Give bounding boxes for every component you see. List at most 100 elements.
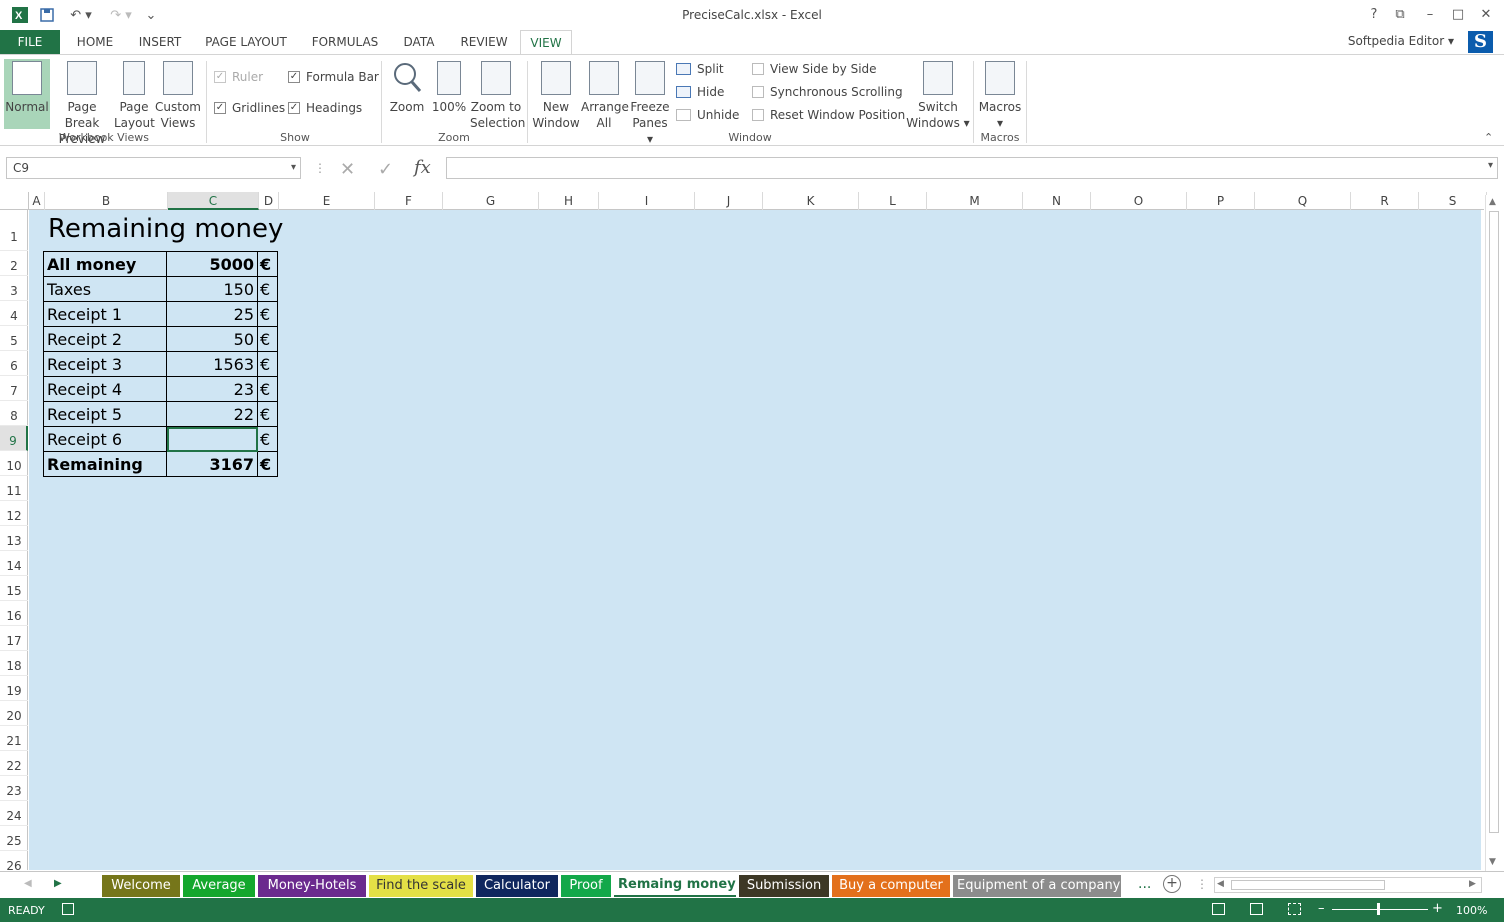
minimize-button[interactable]: – bbox=[1420, 6, 1440, 24]
new-window-button[interactable]: New Window bbox=[532, 59, 580, 131]
row-header[interactable]: 21 bbox=[0, 726, 28, 751]
sheet-tab-submission[interactable]: Submission bbox=[739, 875, 829, 897]
tab-scroll-left-icon[interactable]: ◀ bbox=[24, 878, 32, 889]
select-all-corner[interactable] bbox=[0, 192, 29, 210]
tab-file[interactable]: FILE bbox=[0, 30, 60, 54]
row-header[interactable]: 23 bbox=[0, 776, 28, 801]
more-tabs-icon[interactable]: ... bbox=[1138, 876, 1151, 892]
currency-cell[interactable]: € bbox=[257, 401, 278, 427]
row-label-cell[interactable]: Receipt 5 bbox=[43, 401, 167, 427]
formula-bar-checkbox[interactable]: ✓ Formula Bar bbox=[288, 70, 379, 84]
zoom-slider-handle[interactable] bbox=[1377, 903, 1380, 915]
insert-function-icon[interactable]: fx bbox=[414, 157, 431, 178]
currency-cell[interactable]: € bbox=[257, 326, 278, 352]
row-header[interactable]: 18 bbox=[0, 651, 28, 676]
switch-windows-button[interactable]: Switch Windows ▾ bbox=[906, 59, 970, 131]
vertical-scrollbar[interactable]: ▲ ▼ bbox=[1485, 195, 1502, 871]
avatar[interactable]: S bbox=[1468, 31, 1493, 53]
sheet-tab-equipment-of-a-company[interactable]: Equipment of a company bbox=[953, 875, 1121, 897]
column-header-f[interactable]: F bbox=[375, 192, 443, 210]
column-header-e[interactable]: E bbox=[279, 192, 375, 210]
sheet-tab-remaing-money[interactable]: Remaing money bbox=[614, 874, 736, 897]
scroll-up-icon[interactable]: ▲ bbox=[1489, 197, 1496, 207]
tab-home[interactable]: HOME bbox=[66, 30, 124, 54]
column-header-q[interactable]: Q bbox=[1255, 192, 1351, 210]
row-header[interactable]: 11 bbox=[0, 476, 28, 501]
macro-record-icon[interactable] bbox=[62, 903, 74, 915]
row-header[interactable]: 8 bbox=[0, 401, 28, 426]
tab-page-layout[interactable]: PAGE LAYOUT bbox=[198, 30, 294, 54]
row-label-cell[interactable]: Receipt 2 bbox=[43, 326, 167, 352]
tab-data[interactable]: DATA bbox=[394, 30, 444, 54]
split-button[interactable]: Split bbox=[676, 62, 724, 76]
vertical-scroll-thumb[interactable] bbox=[1489, 211, 1499, 833]
row-header[interactable]: 6 bbox=[0, 351, 28, 376]
help-icon[interactable]: ? bbox=[1364, 6, 1384, 24]
sheet-title-cell[interactable]: Remaining money bbox=[48, 214, 283, 244]
column-header-c[interactable]: C bbox=[168, 192, 259, 210]
row-header[interactable]: 7 bbox=[0, 376, 28, 401]
currency-cell[interactable]: € bbox=[257, 251, 278, 277]
column-header-r[interactable]: R bbox=[1351, 192, 1419, 210]
value-cell[interactable]: 3167 bbox=[166, 451, 258, 477]
row-label-cell[interactable]: Receipt 6 bbox=[43, 426, 167, 452]
row-header[interactable]: 17 bbox=[0, 626, 28, 651]
row-label-cell[interactable]: Receipt 1 bbox=[43, 301, 167, 327]
scroll-down-icon[interactable]: ▼ bbox=[1489, 857, 1496, 867]
zoom-button[interactable]: Zoom bbox=[386, 59, 428, 115]
page-layout-status-icon[interactable] bbox=[1250, 903, 1263, 915]
page-layout-button[interactable]: Page Layout bbox=[114, 59, 155, 131]
row-header[interactable]: 16 bbox=[0, 601, 28, 626]
collapse-ribbon-icon[interactable]: ⌃ bbox=[1484, 131, 1493, 144]
column-header-d[interactable]: D bbox=[259, 192, 279, 210]
row-header[interactable]: 9 bbox=[0, 426, 28, 451]
currency-cell[interactable]: € bbox=[257, 351, 278, 377]
tab-splitter-icon[interactable]: ⋮ bbox=[1196, 877, 1208, 891]
value-cell[interactable]: 1563 bbox=[166, 351, 258, 377]
tab-review[interactable]: REVIEW bbox=[454, 30, 514, 54]
currency-cell[interactable]: € bbox=[257, 301, 278, 327]
value-cell[interactable]: 150 bbox=[166, 276, 258, 302]
normal-view-button[interactable]: Normal bbox=[4, 59, 50, 129]
column-header-l[interactable]: L bbox=[859, 192, 927, 210]
row-header[interactable]: 4 bbox=[0, 301, 28, 326]
tab-scroll-right-icon[interactable]: ▶ bbox=[54, 878, 62, 889]
zoom-to-selection-button[interactable]: Zoom to Selection bbox=[470, 59, 525, 131]
column-header-h[interactable]: H bbox=[539, 192, 599, 210]
value-cell[interactable]: 23 bbox=[166, 376, 258, 402]
row-label-cell[interactable]: All money bbox=[43, 251, 167, 277]
headings-checkbox[interactable]: ✓ Headings bbox=[288, 101, 362, 115]
row-header[interactable]: 20 bbox=[0, 701, 28, 726]
horizontal-scrollbar[interactable]: ◀ ▶ bbox=[1214, 877, 1482, 893]
column-header-g[interactable]: G bbox=[443, 192, 539, 210]
column-header-o[interactable]: O bbox=[1091, 192, 1187, 210]
hide-button[interactable]: Hide bbox=[676, 85, 724, 99]
row-label-cell[interactable]: Receipt 3 bbox=[43, 351, 167, 377]
row-label-cell[interactable]: Remaining bbox=[43, 451, 167, 477]
column-header-s[interactable]: S bbox=[1419, 192, 1487, 210]
column-header-i[interactable]: I bbox=[599, 192, 695, 210]
cancel-icon[interactable]: ✕ bbox=[340, 159, 355, 180]
sheet-tab-money-hotels[interactable]: Money-Hotels bbox=[258, 875, 366, 897]
page-break-status-icon[interactable] bbox=[1288, 903, 1301, 915]
view-side-by-side-button[interactable]: View Side by Side bbox=[752, 62, 877, 76]
row-label-cell[interactable]: Taxes bbox=[43, 276, 167, 302]
row-header[interactable]: 1 bbox=[0, 210, 28, 251]
worksheet-area[interactable]: Remaining money All money 5000 € Taxes 150 € R… bbox=[29, 210, 1481, 870]
selected-cell[interactable] bbox=[166, 426, 258, 452]
tab-insert[interactable]: INSERT bbox=[130, 30, 190, 54]
horizontal-scroll-thumb[interactable] bbox=[1231, 880, 1385, 890]
row-header[interactable]: 14 bbox=[0, 551, 28, 576]
row-header[interactable]: 22 bbox=[0, 751, 28, 776]
zoom-level[interactable]: 100% bbox=[1456, 904, 1487, 917]
ruler-checkbox[interactable]: ✓ Ruler bbox=[214, 70, 263, 84]
currency-cell[interactable]: € bbox=[257, 276, 278, 302]
column-header-n[interactable]: N bbox=[1023, 192, 1091, 210]
row-header[interactable]: 13 bbox=[0, 526, 28, 551]
maximize-button[interactable]: □ bbox=[1448, 6, 1468, 24]
row-header[interactable]: 12 bbox=[0, 501, 28, 526]
value-cell[interactable]: 5000 bbox=[166, 251, 258, 277]
tab-formulas[interactable]: FORMULAS bbox=[304, 30, 386, 54]
name-box[interactable]: C9 ▾ bbox=[6, 157, 301, 179]
unhide-button[interactable]: Unhide bbox=[676, 108, 739, 122]
